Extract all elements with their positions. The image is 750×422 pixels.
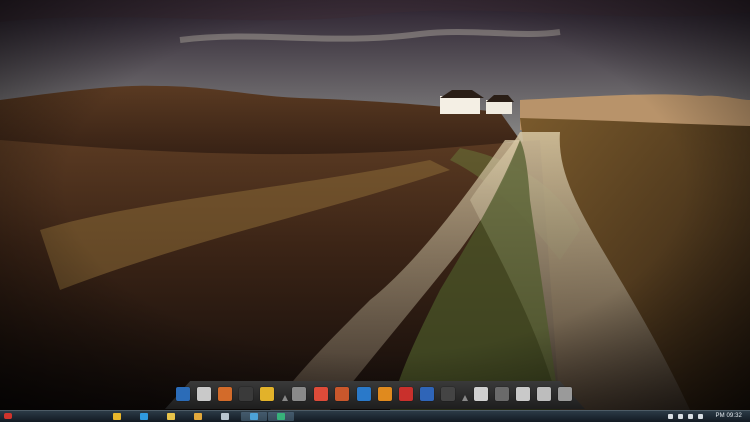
apple-icon[interactable] (292, 387, 306, 401)
equalizer-icon[interactable] (197, 387, 211, 401)
speaker-icon[interactable] (218, 387, 232, 401)
settings-icon[interactable] (537, 387, 551, 401)
dock-separator (282, 395, 288, 401)
volume-icon[interactable] (698, 414, 703, 419)
media-player-icon[interactable] (239, 387, 253, 401)
dock-separator (462, 395, 468, 401)
arrow-up-icon[interactable] (668, 414, 673, 419)
explorer-taskbar-button[interactable] (158, 412, 184, 421)
dock-icons (0, 385, 750, 405)
clock[interactable]: PM 09:32 (716, 412, 742, 421)
pdf-icon[interactable] (399, 387, 413, 401)
image-viewer-icon[interactable] (335, 387, 349, 401)
display-taskbar-button[interactable] (241, 412, 267, 421)
terminal-icon[interactable] (441, 387, 455, 401)
downloader-icon[interactable] (260, 387, 274, 401)
network-icon[interactable] (474, 387, 488, 401)
utility-taskbar-icon (277, 413, 285, 420)
word-icon[interactable] (420, 387, 434, 401)
explorer-taskbar-icon (167, 413, 175, 420)
taskbar: PM 09:32 (0, 410, 750, 422)
computer-icon[interactable] (176, 387, 190, 401)
media-taskbar-icon (194, 413, 202, 420)
desktop-wallpaper (0, 0, 750, 410)
app-taskbar-button[interactable] (212, 412, 238, 421)
film-icon[interactable] (495, 387, 509, 401)
equalizer-2-icon[interactable] (516, 387, 530, 401)
display-taskbar-icon (250, 413, 258, 420)
start-button[interactable] (4, 413, 12, 419)
chrome-icon[interactable] (314, 387, 328, 401)
ie-taskbar-button[interactable] (131, 412, 157, 421)
media-taskbar-button[interactable] (185, 412, 211, 421)
network-tray-icon[interactable] (688, 414, 693, 419)
paint-icon[interactable] (357, 387, 371, 401)
utility-taskbar-button[interactable] (268, 412, 294, 421)
chrome-taskbar-button[interactable] (104, 412, 130, 421)
ie-taskbar-icon (140, 413, 148, 420)
recycle-bin-icon[interactable] (558, 387, 572, 401)
app-taskbar-icon (221, 413, 229, 420)
chrome-taskbar-icon (113, 413, 121, 420)
packager-icon[interactable] (378, 387, 392, 401)
flag-icon[interactable] (678, 414, 683, 419)
